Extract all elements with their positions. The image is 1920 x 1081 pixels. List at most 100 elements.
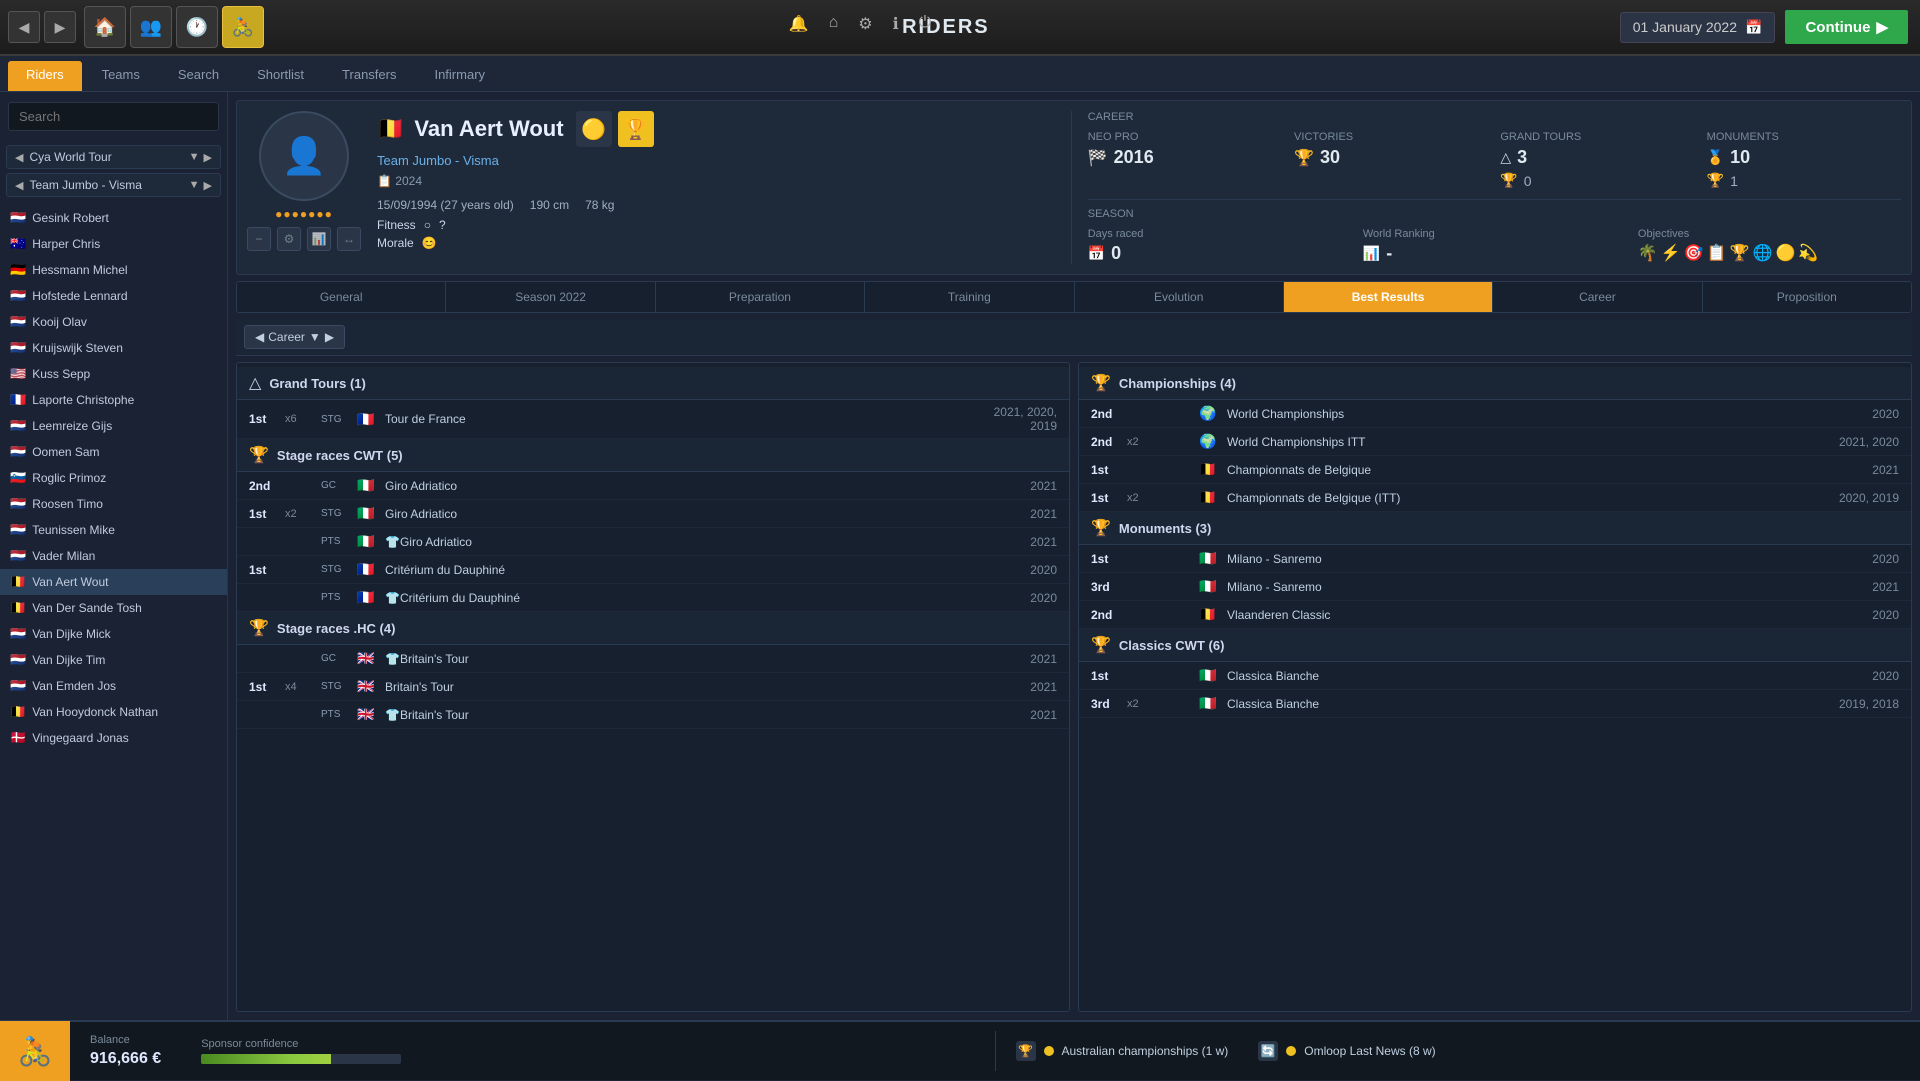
filter-team-right-arrow[interactable]: ▼	[189, 179, 200, 191]
filter-world-tour[interactable]: ◀ Cya World Tour ▼ ▶	[6, 145, 221, 169]
grand-tours-val-2: 0	[1524, 173, 1532, 189]
settings-action[interactable]: ⚙	[277, 227, 301, 251]
info-icon[interactable]: ℹ	[893, 14, 899, 34]
section-title: Monuments (3)	[1119, 521, 1211, 536]
cycling-icon[interactable]: 🚴	[222, 6, 264, 48]
filter-world-tour-label: Cya World Tour	[29, 150, 188, 164]
bell-icon[interactable]: 🔔	[789, 14, 809, 34]
rider-name-title: 🇧🇪 Van Aert Wout	[377, 116, 564, 142]
compare-action[interactable]: ↔	[337, 227, 361, 251]
rider-flag-icon: 🇳🇱	[10, 626, 26, 642]
tab-infirmary[interactable]: Infirmary	[416, 61, 503, 91]
forward-button[interactable]: ▶	[44, 11, 76, 43]
filter-career-btn[interactable]: ◀ Career ▼ ▶	[244, 325, 345, 349]
continue-button[interactable]: Continue	[1785, 10, 1908, 44]
filter-next-icon[interactable]: ▶	[325, 330, 334, 344]
filter-down-icon[interactable]: ▼	[309, 330, 321, 344]
filter-expand-icon[interactable]: ▶	[204, 151, 212, 164]
result-name: World Championships ITT	[1227, 435, 1801, 449]
rider-item[interactable]: 🇩🇰Vingegaard Jonas	[0, 725, 227, 751]
result-type: STG	[321, 681, 349, 692]
section-icon: 🏆	[1091, 373, 1111, 393]
rider-item[interactable]: 🇳🇱Kruijswijk Steven	[0, 335, 227, 361]
tab-evolution[interactable]: Evolution	[1075, 282, 1284, 312]
tab-preparation[interactable]: Preparation	[656, 282, 865, 312]
tab-riders[interactable]: Riders	[8, 61, 82, 91]
gear-icon[interactable]: ⚙	[858, 14, 872, 34]
rider-item[interactable]: 🇧🇪Van Der Sande Tosh	[0, 595, 227, 621]
search-input[interactable]	[8, 102, 219, 131]
tab-proposition[interactable]: Proposition	[1703, 282, 1911, 312]
rider-item[interactable]: 🇳🇱Hofstede Lennard	[0, 283, 227, 309]
clock-icon[interactable]: 🕐	[176, 6, 218, 48]
section-title: Stage races .HC (4)	[277, 621, 396, 636]
home-icon[interactable]: 🏠	[84, 6, 126, 48]
rider-item[interactable]: 🇳🇱 Van Dijke Tim	[0, 647, 227, 673]
calendar-icon[interactable]: 📅	[1745, 19, 1762, 36]
power-icon[interactable]: ⏻	[919, 14, 932, 34]
rider-flag-icon: 🇳🇱	[10, 548, 26, 564]
filter-left-arrow[interactable]: ◀	[15, 151, 23, 164]
left-results-panel: △Grand Tours (1) 1st x6 STG 🇫🇷 Tour de F…	[236, 362, 1070, 1012]
rider-item[interactable]: 🇦🇺Harper Chris	[0, 231, 227, 257]
result-name: Vlaanderen Classic	[1227, 608, 1801, 622]
filter-team[interactable]: ◀ Team Jumbo - Visma ▼ ▶	[6, 173, 221, 197]
tab-general[interactable]: General	[237, 282, 446, 312]
rider-item[interactable]: 🇸🇮Roglic Primoz	[0, 465, 227, 491]
rider-item[interactable]: 🇳🇱Vader Milan	[0, 543, 227, 569]
bottom-left: Balance 916,666 € Sponsor confidence	[70, 1034, 995, 1068]
tab-transfers[interactable]: Transfers	[324, 61, 414, 91]
tab-teams[interactable]: Teams	[84, 61, 158, 91]
rider-item[interactable]: 🇳🇱Oomen Sam	[0, 439, 227, 465]
rider-item[interactable]: 🇧🇪Van Hooydonck Nathan	[0, 699, 227, 725]
nav-controls: ◀ ▶ 🏠 👥 🕐 🚴	[0, 6, 272, 48]
rider-list: 🇳🇱Gesink Robert🇦🇺Harper Chris🇩🇪Hessmann …	[0, 201, 227, 1020]
rider-flag-icon: 🇩🇰	[10, 730, 26, 746]
back-button[interactable]: ◀	[8, 11, 40, 43]
minus-action[interactable]: −	[247, 227, 271, 251]
tab-training[interactable]: Training	[865, 282, 1074, 312]
news-text: Omloop Last News (8 w)	[1304, 1044, 1435, 1058]
rider-flag-icon: 🇧🇪	[10, 600, 26, 616]
result-position: 1st	[249, 507, 277, 521]
result-flag: 🇮🇹	[357, 533, 377, 550]
tab-season-2022[interactable]: Season 2022	[446, 282, 655, 312]
rider-weight: 78 kg	[585, 198, 614, 212]
result-flag: 🇮🇹	[1199, 550, 1219, 567]
result-name: Milano - Sanremo	[1227, 580, 1801, 594]
filter-prev-icon[interactable]: ◀	[255, 330, 264, 344]
obj-3: 🎯	[1684, 243, 1704, 263]
filter-team-left-arrow[interactable]: ◀	[15, 179, 23, 192]
rider-item[interactable]: 🇳🇱Gesink Robert	[0, 205, 227, 231]
house-icon[interactable]: ⌂	[829, 14, 839, 34]
filter-team-expand-icon[interactable]: ▶	[204, 179, 212, 192]
tab-shortlist[interactable]: Shortlist	[239, 61, 322, 91]
rider-flag-icon: 🇳🇱	[10, 418, 26, 434]
rider-flag-icon: 🇳🇱	[10, 652, 26, 668]
rider-item[interactable]: 🇺🇸Kuss Sepp	[0, 361, 227, 387]
tab-career[interactable]: Career	[1493, 282, 1702, 312]
rider-item[interactable]: 🇳🇱Leemreize Gijs	[0, 413, 227, 439]
rider-item[interactable]: 🇳🇱Kooij Olav	[0, 309, 227, 335]
rider-item[interactable]: 🇧🇪Van Aert Wout	[0, 569, 227, 595]
rider-item-name: Van Dijke Tim	[32, 653, 105, 667]
riders-icon[interactable]: 👥	[130, 6, 172, 48]
section-title: Stage races CWT (5)	[277, 448, 403, 463]
rider-item[interactable]: 🇳🇱Van Dijke Mick	[0, 621, 227, 647]
section-header: 🏆Stage races CWT (5)	[237, 439, 1069, 472]
rider-item[interactable]: 🇫🇷Laporte Christophe	[0, 387, 227, 413]
rider-item[interactable]: 🇳🇱Van Emden Jos	[0, 673, 227, 699]
tab-best-results[interactable]: Best Results	[1284, 282, 1493, 312]
result-type: PTS	[321, 536, 349, 547]
result-multiplier: x2	[1127, 698, 1155, 710]
balance-section: Balance 916,666 €	[90, 1034, 161, 1068]
rider-item[interactable]: 🇳🇱Roosen Timo	[0, 491, 227, 517]
tab-search[interactable]: Search	[160, 61, 237, 91]
rider-item[interactable]: 🇩🇪Hessmann Michel	[0, 257, 227, 283]
result-flag: 🌍	[1199, 405, 1219, 422]
result-multiplier: x6	[285, 413, 313, 425]
chart-action[interactable]: 📊	[307, 227, 331, 251]
sponsor-bar	[201, 1054, 401, 1064]
filter-right-arrow[interactable]: ▼	[189, 151, 200, 163]
rider-item[interactable]: 🇳🇱Teunissen Mike	[0, 517, 227, 543]
